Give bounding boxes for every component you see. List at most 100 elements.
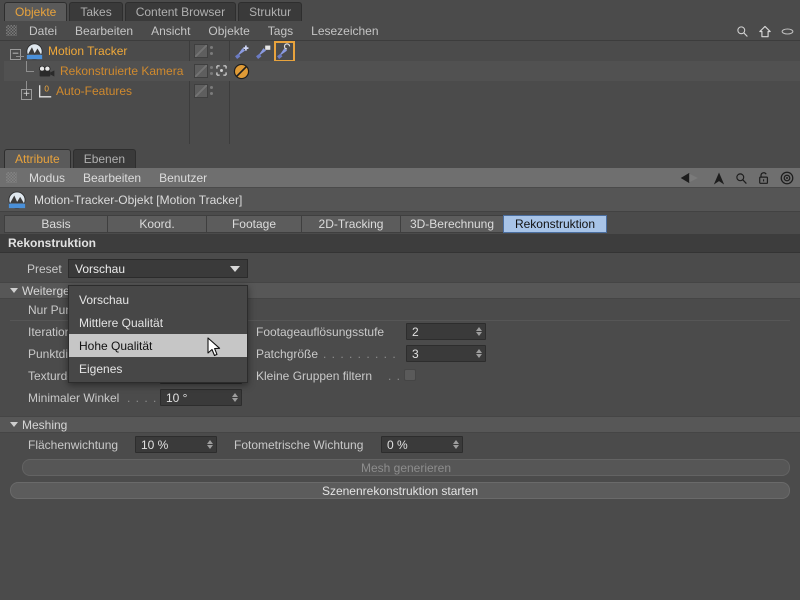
chevron-down-icon [230, 265, 240, 272]
back-arrow-icon[interactable] [679, 171, 703, 185]
menu-lesezeichen[interactable]: Lesezeichen [302, 21, 387, 41]
drag-grip-icon[interactable] [6, 25, 17, 36]
object-label-auto-features: Auto-Features [56, 84, 133, 98]
tab-takes-label: Takes [80, 5, 112, 19]
object-manager-tabstrip: Objekte Takes Content Browser Struktur [0, 0, 800, 21]
row-dots[interactable] [210, 46, 213, 55]
menu-bearbeiten[interactable]: Bearbeiten [66, 21, 142, 41]
group-meshing[interactable]: Meshing [0, 416, 800, 433]
tab-objekte[interactable]: Objekte [4, 2, 68, 21]
row-start-button: Szenenrekonstruktion starten [0, 479, 800, 503]
menu-option-eigenes[interactable]: Eigenes [69, 357, 247, 380]
patchgroesse-field[interactable]: 3 [406, 345, 486, 362]
group-label-meshing: Meshing [22, 417, 68, 432]
tab-koord[interactable]: Koord. [107, 215, 207, 233]
visibility-hatch-box[interactable] [194, 44, 208, 58]
stepper-icon[interactable] [207, 438, 213, 451]
mesh-generieren-button[interactable]: Mesh generieren [22, 459, 790, 476]
stepper-icon[interactable] [476, 347, 482, 360]
patchgroesse-value: 3 [412, 346, 419, 361]
tab-basis-label: Basis [41, 217, 71, 231]
tracker-add-tag-icon[interactable] [234, 43, 251, 60]
table-row[interactable]: Rekonstruierte Kamera [4, 61, 800, 81]
table-row[interactable]: + 0 Auto-Features [4, 81, 800, 101]
tab-content-browser[interactable]: Content Browser [124, 2, 237, 21]
auto-features-icon: 0 [39, 85, 52, 98]
search-icon[interactable] [736, 25, 749, 38]
row-dots[interactable] [210, 86, 213, 95]
object-manager-toolbar-icons [736, 21, 794, 41]
object-title: Motion-Tracker-Objekt [Motion Tracker] [34, 192, 243, 207]
tab-takes[interactable]: Takes [69, 2, 123, 21]
menu-objekte[interactable]: Objekte [199, 21, 258, 41]
expander-auto-features[interactable]: + [21, 85, 32, 100]
chevron-down-icon [10, 422, 18, 427]
tab-content-browser-label: Content Browser [135, 5, 226, 19]
menu-option-mittlere-qualitaet-label: Mittlere Qualität [79, 315, 164, 330]
up-arrow-icon[interactable] [713, 171, 725, 186]
tab-2d-tracking[interactable]: 2D-Tracking [301, 215, 401, 233]
mesh-generieren-label: Mesh generieren [360, 460, 452, 475]
section-header-rekonstruktion: Rekonstruktion [0, 234, 800, 253]
tab-footage[interactable]: Footage [206, 215, 302, 233]
motion-tracker-icon [8, 190, 26, 209]
visibility-hatch-box[interactable] [194, 84, 208, 98]
footageaufloesungsstufe-field[interactable]: 2 [406, 323, 486, 340]
minimaler-winkel-field[interactable]: 10 ° [160, 389, 242, 406]
menu-modus[interactable]: Modus [20, 168, 74, 188]
object-manager-panel: Objekte Takes Content Browser Struktur D… [0, 0, 800, 145]
home-icon[interactable] [758, 25, 772, 38]
menu-option-vorschau[interactable]: Vorschau [69, 288, 247, 311]
menu-option-vorschau-label: Vorschau [79, 292, 130, 307]
tab-attribute[interactable]: Attribute [4, 149, 71, 168]
object-label-rekonstruierte-kamera: Rekonstruierte Kamera [60, 64, 184, 78]
szenenrekonstruktion-starten-button[interactable]: Szenenrekonstruktion starten [10, 482, 790, 499]
visibility-hatch-box[interactable] [194, 64, 208, 78]
dot-leader: . . . . [127, 391, 158, 405]
table-row[interactable]: − Motion Tracker [4, 41, 800, 62]
row-preset: Preset Vorschau [0, 257, 800, 281]
tracker-selected-tag-icon[interactable] [274, 41, 295, 62]
forbidden-tag-icon[interactable] [233, 63, 250, 80]
tab-3d-berechnung[interactable]: 3D-Berechnung [400, 215, 504, 233]
menu-option-hohe-qualitaet[interactable]: Hohe Qualität [69, 334, 247, 357]
row-mesh-button: Mesh generieren [0, 457, 800, 479]
menu-bearbeiten[interactable]: Bearbeiten [74, 168, 150, 188]
tab-ebenen[interactable]: Ebenen [72, 149, 137, 168]
target-crosshair-icon[interactable] [216, 65, 227, 76]
target-icon[interactable] [780, 171, 794, 185]
stepper-icon[interactable] [453, 438, 459, 451]
camera-icon [39, 65, 55, 77]
menu-ansicht[interactable]: Ansicht [142, 21, 199, 41]
tab-attribute-label: Attribute [15, 152, 60, 166]
menu-option-mittlere-qualitaet[interactable]: Mittlere Qualität [69, 311, 247, 334]
menu-datei[interactable]: Datei [20, 21, 66, 41]
lock-icon[interactable] [758, 171, 770, 185]
preset-value: Vorschau [75, 261, 126, 276]
menu-option-hohe-qualitaet-label: Hohe Qualität [79, 338, 153, 353]
fotometrische-wichtung-field[interactable]: 0 % [381, 436, 463, 453]
tracker-tag-icon[interactable] [255, 43, 272, 60]
tab-ebenen-label: Ebenen [83, 152, 126, 166]
object-label-motion-tracker: Motion Tracker [48, 44, 128, 58]
object-manager-tree: − Motion Tracker Rekonstruierte Kamera +… [4, 41, 800, 144]
flaechenwichtung-field[interactable]: 10 % [135, 436, 217, 453]
stepper-icon[interactable] [232, 391, 238, 404]
row-meshing-weights: Flächenwichtung 10 % Fotometrische Wicht… [0, 433, 800, 457]
search-icon[interactable] [735, 172, 748, 185]
menu-benutzer[interactable]: Benutzer [150, 168, 216, 188]
tab-basis[interactable]: Basis [4, 215, 108, 233]
kleine-gruppen-filtern-checkbox[interactable] [404, 369, 416, 381]
expander-motion-tracker[interactable]: − [10, 45, 21, 60]
patchgroesse-label: Patchgröße [256, 347, 319, 361]
tab-rekonstruktion[interactable]: Rekonstruktion [503, 215, 607, 233]
menu-tags[interactable]: Tags [259, 21, 302, 41]
tab-struktur[interactable]: Struktur [238, 2, 303, 21]
drag-grip-icon[interactable] [6, 172, 17, 183]
eye-icon[interactable] [781, 27, 794, 36]
row-dots[interactable] [210, 66, 213, 75]
footageaufloesungsstufe-label: Footageauflösungsstufe [256, 325, 385, 339]
stepper-icon[interactable] [476, 325, 482, 338]
attribute-manager-toolbar-icons [679, 168, 794, 188]
preset-dropdown[interactable]: Vorschau [68, 259, 248, 278]
